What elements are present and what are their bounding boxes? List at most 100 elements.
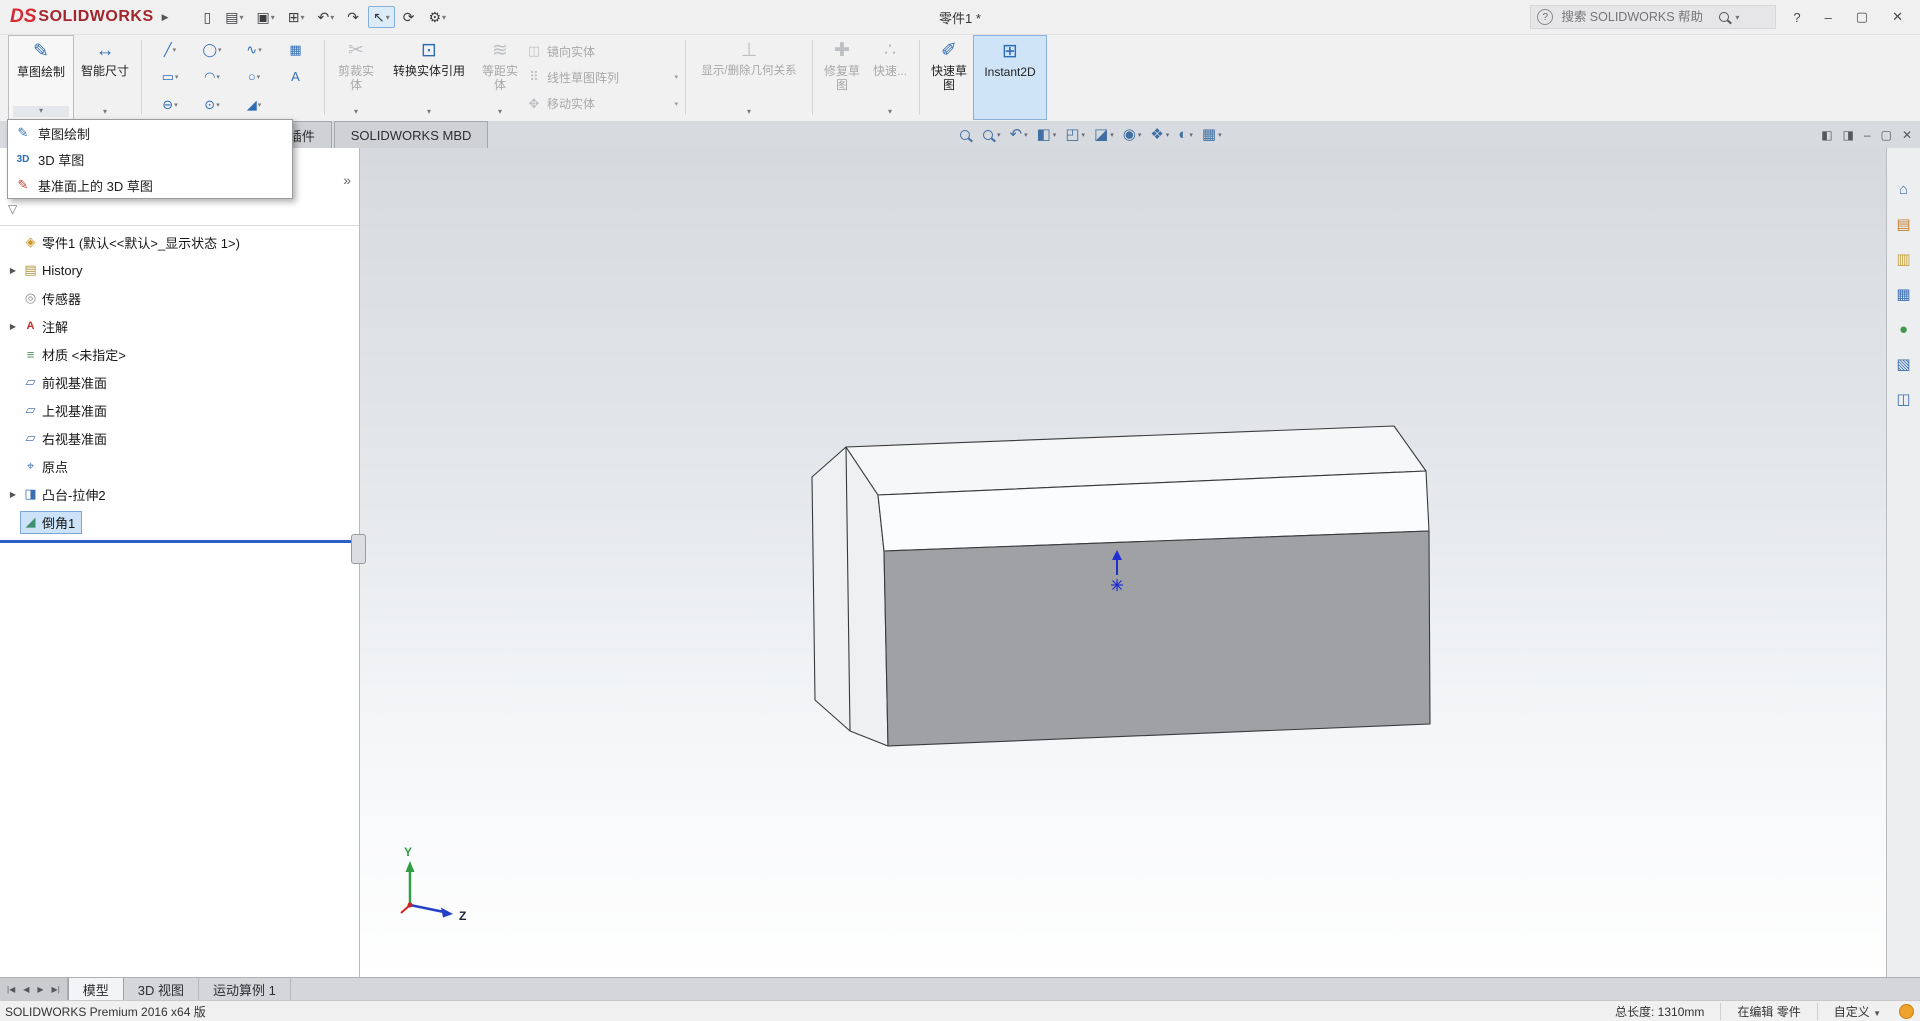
web-help-icon[interactable] [1899,1004,1914,1019]
panel-flyout-arrow[interactable]: » [343,172,351,188]
section-view-icon[interactable]: ◧ ▾ [1037,127,1057,143]
redo-icon[interactable]: ↷ [342,6,365,28]
custom-properties-icon[interactable]: ▧ [1892,353,1916,375]
smart-dimension-button[interactable]: ↔ 智能尺寸 ▾ [74,35,136,120]
model-face-front[interactable] [884,531,1430,746]
help-button[interactable]: ? [1786,8,1807,27]
close-button[interactable]: ✕ [1885,7,1910,27]
menu-item-sketch[interactable]: ✎ 草图绘制 [8,120,292,146]
line-tool-icon[interactable]: ╱ ▾ [149,39,191,61]
linear-pattern-button[interactable]: ⠿ 线性草图阵列 ▾ [526,67,678,87]
display-delete-relations-button[interactable]: ⊥ 显示/删除几何关系 ▾ [691,35,807,120]
zoom-fit-icon[interactable] [960,130,974,140]
sketch-button[interactable]: ✎ 草图绘制 ▾ [8,35,74,120]
doc-restore-icon[interactable]: ▢ [1881,128,1892,142]
rapid-snap-button[interactable]: ∴ 快速... ▾ [866,35,914,120]
tree-item-history[interactable]: ▶ ▤ History [0,256,359,284]
tree-item-material[interactable]: ≡ 材质 <未指定> [0,340,359,368]
sketch-grid-icon[interactable]: ▦ [275,39,317,61]
pane-split-left-icon[interactable]: ◧ [1821,128,1832,142]
move-entities-button[interactable]: ✥ 移动实体 ▾ [526,94,678,114]
slot-tool-icon[interactable]: ⊖ ▾ [149,94,191,116]
smart-dimension-dropdown-icon[interactable]: ▾ [103,107,107,118]
tab-solidworks-mbd[interactable]: SOLIDWORKS MBD [334,121,489,148]
view-palette-icon[interactable]: ▦ [1892,283,1916,305]
apply-scene-icon[interactable]: ◐ ▾ [1178,127,1193,143]
hide-show-icon[interactable]: ◉ ▾ [1123,127,1142,143]
minimize-button[interactable]: – [1818,8,1839,27]
design-library-icon[interactable]: ▤ [1892,213,1916,235]
search-scope-icon[interactable]: ? [1537,9,1553,25]
tree-item-sensors[interactable]: ◎ 传感器 [0,284,359,312]
doc-close-icon[interactable]: ✕ [1902,128,1912,142]
text-tool-icon[interactable]: A [275,66,317,88]
rebuild-icon[interactable]: ⟳ [398,6,421,28]
tree-item-top-plane[interactable]: ▱ 上视基准面 [0,396,359,424]
panel-splitter-handle[interactable] [351,534,366,564]
doc-minimize-icon[interactable]: – [1864,128,1871,142]
tab-scroll-last-icon[interactable]: ▶| [49,983,63,996]
convert-entities-button[interactable]: ⊡ 转换实体引用 ▾ [382,35,476,120]
menu-expand-icon[interactable]: ▶ [162,12,169,23]
spline-tool-icon[interactable]: ∿ ▾ [233,39,275,61]
menu-item-3d-sketch[interactable]: 3D 3D 草图 [8,146,292,172]
zoom-area-icon[interactable]: ▾ [983,130,1001,140]
model-canvas[interactable]: Y Z [360,148,1886,977]
tree-item-boss-extrude2[interactable]: ▶ ◨ 凸台-拉伸2 [0,480,359,508]
display-style-icon[interactable]: ◪ ▾ [1094,127,1114,143]
trim-entities-button[interactable]: ✂ 剪裁实体 ▾ [330,35,382,120]
expand-arrow-icon[interactable]: ▶ [6,490,20,499]
arc-tool-icon[interactable]: ◠ ▾ [191,66,233,88]
ellipse-tool-icon[interactable]: ○ ▾ [233,66,275,88]
search-input[interactable] [1559,9,1713,25]
undo-icon[interactable]: ↶ ▾ [313,6,340,28]
point-tool-icon[interactable]: ⊙ ▾ [191,94,233,116]
model-viewport[interactable]: Y Z [360,148,1886,977]
offset-entities-button[interactable]: ≋ 等距实体 ▾ [476,35,524,120]
tree-item-front-plane[interactable]: ▱ 前视基准面 [0,368,359,396]
tab-scroll-next-icon[interactable]: ▶ [34,983,46,996]
units-selector[interactable]: 自定义 ▼ [1817,1003,1897,1020]
rollback-bar[interactable] [0,540,359,543]
home-icon[interactable]: ⌂ [1892,178,1916,200]
appearances-icon[interactable]: ● [1892,318,1916,340]
previous-view-icon[interactable]: ↶ ▾ [1010,127,1028,143]
expand-arrow-icon[interactable]: ▶ [6,266,20,275]
print-icon[interactable]: ⊞ ▾ [283,6,310,28]
menu-item-3d-sketch-on-plane[interactable]: ✎ 基准面上的 3D 草图 [8,172,292,198]
help-search-box[interactable]: ? ▾ [1530,5,1776,29]
mirror-entities-button[interactable]: ◫ 镜向实体 [526,41,678,61]
select-icon[interactable]: ↖ ▾ [368,6,395,28]
circle-tool-icon[interactable]: ◯ ▾ [191,39,233,61]
save-icon[interactable]: ▣ ▾ [252,6,280,28]
open-icon[interactable]: ▤ ▾ [220,6,248,28]
expand-arrow-icon[interactable]: ▶ [6,322,20,331]
view-orientation-icon[interactable]: ◰ ▾ [1065,127,1085,143]
repair-sketch-button[interactable]: ✚ 修复草图 [818,35,866,120]
sketch-dropdown-icon[interactable]: ▾ [13,106,69,117]
pane-windows-icon[interactable]: ◫ [1892,388,1916,410]
options-icon[interactable]: ⚙ ▾ [423,6,451,28]
search-caret-icon[interactable]: ▾ [1735,13,1739,22]
tab-motion-study[interactable]: 运动算例 1 [199,978,291,1001]
rapid-sketch-button[interactable]: ✐ 快速草图 [925,35,973,120]
tab-scroll-prev-icon[interactable]: ◀ [20,983,32,996]
rectangle-tool-icon[interactable]: ▭ ▾ [149,66,191,88]
file-explorer-icon[interactable]: ▥ [1892,248,1916,270]
fillet-tool-icon[interactable]: ◢ ▾ [233,94,275,116]
new-document-icon[interactable]: ▯ [199,6,218,28]
tab-scroll-first-icon[interactable]: |◀ [4,983,18,996]
edit-appearance-icon[interactable]: ❖ ▾ [1150,127,1169,143]
restore-button[interactable]: ▢ [1849,7,1875,27]
tree-item-origin[interactable]: ⌖ 原点 [0,452,359,480]
tree-item-part-root[interactable]: ◈ 零件1 (默认<<默认>_显示状态 1>) [0,228,359,256]
tab-3d-views[interactable]: 3D 视图 [124,978,199,1001]
tab-model[interactable]: 模型 [68,978,124,1001]
instant2d-button[interactable]: ⊞ Instant2D [973,35,1047,120]
tree-item-right-plane[interactable]: ▱ 右视基准面 [0,424,359,452]
pane-split-right-icon[interactable]: ◨ [1843,128,1854,142]
tree-item-chamfer1[interactable]: ◢ 倒角1 [0,508,359,536]
search-magnifier-icon[interactable] [1719,12,1729,22]
view-settings-icon[interactable]: ▦ ▾ [1202,127,1222,143]
tree-item-annotations[interactable]: ▶ A 注解 [0,312,359,340]
